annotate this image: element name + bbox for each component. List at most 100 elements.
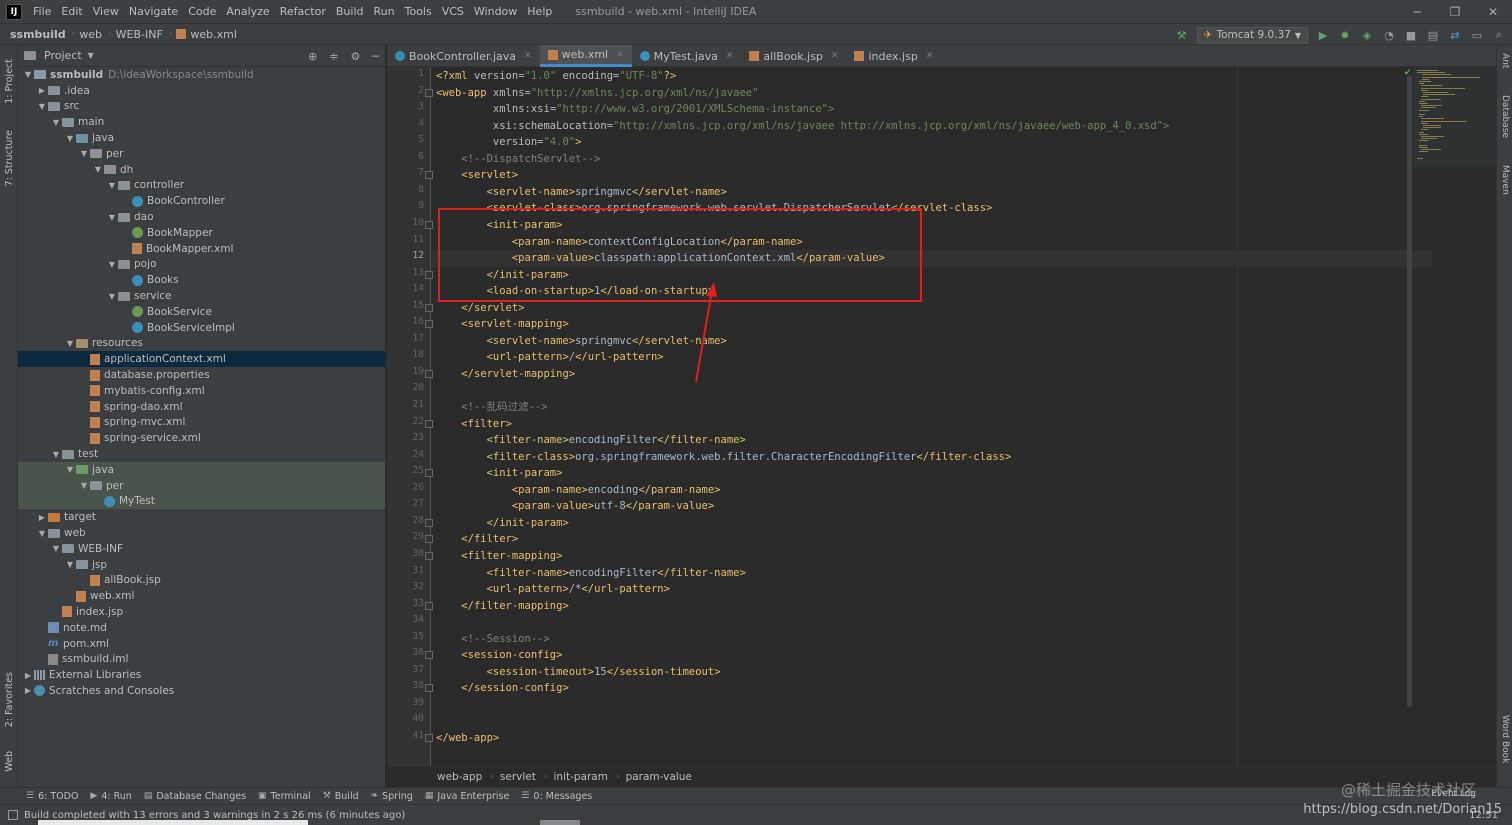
expanded-arrow-icon[interactable]: ▼ bbox=[36, 102, 48, 111]
tree-item[interactable]: ▼ test bbox=[18, 446, 385, 462]
locate-icon[interactable]: ⊕ bbox=[308, 50, 317, 63]
tree-item[interactable]: index.jsp bbox=[18, 604, 385, 620]
editor-tab[interactable]: web.xml ✕ bbox=[539, 45, 632, 67]
breadcrumb-item[interactable]: WEB-INF bbox=[112, 28, 169, 41]
menu-code[interactable]: Code bbox=[183, 0, 221, 23]
menu-tools[interactable]: Tools bbox=[400, 0, 437, 23]
tree-item[interactable]: ▶ target bbox=[18, 509, 385, 525]
profile-icon[interactable]: ◔ bbox=[1382, 28, 1396, 42]
menu-run[interactable]: Run bbox=[369, 0, 400, 23]
collapsed-arrow-icon[interactable]: ▶ bbox=[22, 686, 34, 695]
expanded-arrow-icon[interactable]: ▼ bbox=[50, 118, 62, 127]
code-line[interactable]: </session-config> bbox=[436, 680, 568, 697]
code-line[interactable]: <param-name>encoding</param-name> bbox=[436, 482, 721, 499]
tree-item[interactable]: Books bbox=[18, 272, 385, 288]
menu-edit[interactable]: Edit bbox=[56, 0, 87, 23]
tree-item[interactable]: ▼ dh bbox=[18, 162, 385, 178]
menu-window[interactable]: Window bbox=[469, 0, 522, 23]
bottom-tab[interactable]: ▶ 4: Run bbox=[86, 791, 139, 802]
code-line[interactable]: <!--Session--> bbox=[436, 631, 550, 648]
tree-item[interactable]: ▼ WEB-INF bbox=[18, 541, 385, 557]
code-line[interactable]: <url-pattern>/</url-pattern> bbox=[436, 349, 664, 366]
code-line[interactable]: </filter> bbox=[436, 531, 518, 548]
code-line[interactable]: <!--DispatchServlet--> bbox=[436, 151, 600, 168]
editor-tab[interactable]: BookController.java ✕ bbox=[387, 45, 540, 67]
debug-icon[interactable]: ✹ bbox=[1338, 28, 1352, 42]
code-editor[interactable]: 1 2 3 4 5 6 7 8 9 10 11 12 13 14 15 16 17 18 19 20 21 22 23 24 2… bbox=[387, 67, 1496, 766]
code-line[interactable]: <filter> bbox=[436, 416, 512, 433]
code-line[interactable]: <session-config> bbox=[436, 647, 562, 664]
gear-icon[interactable]: ⚙ bbox=[351, 50, 361, 63]
bottom-tab[interactable]: ☰ 0: Messages bbox=[517, 791, 600, 802]
close-tab-icon[interactable]: ✕ bbox=[524, 51, 532, 61]
code-line[interactable]: <param-value>utf-8</param-value> bbox=[436, 498, 714, 515]
code-area[interactable]: <?xml version="1.0" encoding="UTF-8"?> <w… bbox=[432, 67, 1482, 766]
chevron-down-icon[interactable]: ▼ bbox=[88, 51, 94, 60]
stop-icon[interactable]: ■ bbox=[1404, 28, 1418, 42]
expanded-arrow-icon[interactable]: ▼ bbox=[50, 544, 62, 553]
tree-item[interactable]: ▼ dao bbox=[18, 209, 385, 225]
build-hammer-icon[interactable]: ⚒ bbox=[1175, 28, 1189, 42]
presentation-icon[interactable]: ▭ bbox=[1470, 28, 1484, 42]
code-line[interactable]: version="4.0"> bbox=[436, 134, 582, 151]
code-line[interactable]: <url-pattern>/*</url-pattern> bbox=[436, 581, 670, 598]
editor-breadcrumb-item[interactable]: init-param bbox=[553, 771, 615, 783]
tree-item[interactable]: ▼ controller bbox=[18, 178, 385, 194]
tool-tab-maven[interactable]: Maven bbox=[1497, 165, 1512, 215]
expanded-arrow-icon[interactable]: ▼ bbox=[78, 149, 90, 158]
menu-navigate[interactable]: Navigate bbox=[124, 0, 183, 23]
code-line[interactable]: <servlet-mapping> bbox=[436, 316, 568, 333]
run-config-select[interactable]: ✈ Tomcat 9.0.37 ▼ bbox=[1196, 26, 1308, 44]
bottom-tab[interactable]: ❧ Spring bbox=[367, 791, 421, 802]
bottom-tab[interactable]: ▤ Database Changes bbox=[140, 791, 254, 802]
expanded-arrow-icon[interactable]: ▼ bbox=[106, 260, 118, 269]
expanded-arrow-icon[interactable]: ▼ bbox=[106, 181, 118, 190]
tree-item[interactable]: ▼ resources bbox=[18, 336, 385, 352]
tool-tab-favorites[interactable]: 2: Favorites bbox=[0, 665, 18, 735]
tree-item[interactable]: mybatis-config.xml bbox=[18, 383, 385, 399]
project-structure-icon[interactable]: ▤ bbox=[1426, 28, 1440, 42]
expanded-arrow-icon[interactable]: ▼ bbox=[36, 529, 48, 538]
code-line[interactable]: </web-app> bbox=[436, 730, 499, 747]
editor-tab[interactable]: MyTest.java ✕ bbox=[632, 45, 742, 67]
tree-item[interactable]: ▶ Scratches and Consoles bbox=[18, 683, 385, 699]
tree-item[interactable]: spring-mvc.xml bbox=[18, 415, 385, 431]
code-line[interactable]: <init-param> bbox=[436, 465, 563, 482]
tree-item[interactable]: ▼ per bbox=[18, 477, 385, 494]
expanded-arrow-icon[interactable]: ▼ bbox=[106, 292, 118, 301]
tree-item[interactable]: ▼ web bbox=[18, 525, 385, 541]
expanded-arrow-icon[interactable]: ▼ bbox=[64, 134, 76, 143]
code-line[interactable]: xmlns:xsi="http://www.w3.org/2001/XMLSch… bbox=[436, 101, 834, 118]
expanded-arrow-icon[interactable]: ▼ bbox=[64, 339, 76, 348]
editor-breadcrumb-item[interactable]: param-value bbox=[626, 771, 700, 783]
code-line[interactable]: <filter-name>encodingFilter</filter-name… bbox=[436, 432, 746, 449]
tool-tab-web[interactable]: Web bbox=[0, 743, 18, 779]
menu-vcs[interactable]: VCS bbox=[437, 0, 469, 23]
tree-item[interactable]: spring-service.xml bbox=[18, 430, 385, 446]
tool-tab-word-book[interactable]: Word Book bbox=[1497, 715, 1512, 785]
tree-item[interactable]: BookServiceImpl bbox=[18, 320, 385, 336]
tree-item[interactable]: m pom.xml bbox=[18, 636, 385, 652]
editor-breadcrumb-item[interactable]: web-app bbox=[437, 771, 490, 783]
code-minimap[interactable] bbox=[1413, 67, 1496, 167]
breadcrumb-item[interactable]: web.xml bbox=[172, 28, 243, 41]
collapse-all-icon[interactable]: ≑ bbox=[329, 50, 338, 63]
tool-tab-structure[interactable]: 7: Structure bbox=[0, 123, 18, 193]
tree-item[interactable]: ▼ ssmbuild D:\ideaWorkspace\ssmbuild bbox=[18, 67, 385, 83]
menu-refactor[interactable]: Refactor bbox=[275, 0, 331, 23]
code-line[interactable]: <filter-mapping> bbox=[436, 548, 562, 565]
tree-item[interactable]: ▼ per bbox=[18, 146, 385, 162]
menu-file[interactable]: File bbox=[28, 0, 56, 23]
menu-analyze[interactable]: Analyze bbox=[221, 0, 274, 23]
code-line[interactable]: </filter-mapping> bbox=[436, 598, 568, 615]
tree-item[interactable]: note.md bbox=[18, 620, 385, 636]
tree-item[interactable]: MyTest bbox=[18, 493, 385, 510]
code-line[interactable]: <session-timeout>15</session-timeout> bbox=[436, 664, 721, 681]
tree-item[interactable]: ▼ service bbox=[18, 288, 385, 304]
run-icon[interactable]: ▶ bbox=[1316, 28, 1330, 42]
expanded-arrow-icon[interactable]: ▼ bbox=[50, 450, 62, 459]
tree-item[interactable]: ssmbuild.iml bbox=[18, 651, 385, 667]
expanded-arrow-icon[interactable]: ▼ bbox=[64, 465, 76, 474]
status-icon[interactable] bbox=[8, 810, 18, 820]
editor-tab[interactable]: allBook.jsp ✕ bbox=[741, 45, 846, 67]
